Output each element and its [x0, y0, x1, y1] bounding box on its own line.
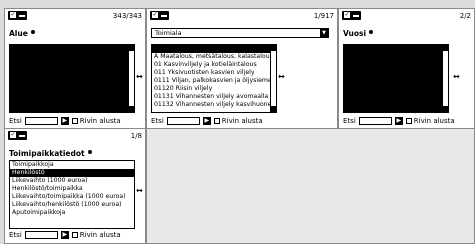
selection-count: 2/2 [459, 12, 471, 20]
panel-toimiala: ✓ 1/917 Toimiala ▼ A Maatalous, metsätal… [146, 8, 338, 129]
select-all-icon[interactable]: ✓ [10, 12, 16, 18]
row-start-checkbox[interactable] [71, 232, 78, 238]
chevron-down-icon[interactable]: ▼ [320, 29, 328, 37]
search-button[interactable]: ▶ [60, 117, 69, 125]
row-start-checkbox[interactable] [71, 118, 78, 124]
list-item[interactable]: Toimipaikkoja [10, 161, 134, 169]
list-item[interactable] [344, 53, 448, 61]
list-item[interactable] [10, 217, 134, 225]
value-list[interactable] [343, 44, 449, 113]
panel-vuosi: ✓ 2/2 Vuosi ↔ Etsi ▶ Rivin alusta [338, 8, 475, 129]
panel-alue: ✓ 343/343 Alue ↔ Etsi ▶ Rivin alusta [4, 8, 146, 129]
panel-toimipaikkatiedot: ✓ 1/8 Toimipaikkatiedot Toimipaikkoja He… [4, 128, 146, 244]
move-icon[interactable]: ↔ [278, 73, 285, 81]
list-item[interactable]: 01131 Vihannesten viljely avomaalla [152, 93, 276, 101]
info-icon[interactable] [87, 150, 92, 154]
list-item[interactable] [10, 61, 134, 69]
scrollbar[interactable] [128, 45, 134, 112]
scroll-down-icon[interactable] [271, 106, 276, 112]
scroll-up-icon[interactable] [443, 45, 448, 51]
list-item[interactable]: Liikevaihto/henkilöstö (1000 euroa) [10, 201, 134, 209]
row-start-label: Rivin alusta [221, 117, 263, 125]
row-start-label: Rivin alusta [413, 117, 455, 125]
value-list[interactable] [9, 44, 135, 113]
list-item[interactable] [152, 45, 276, 53]
list-item[interactable] [344, 45, 448, 53]
search-button[interactable]: ▶ [202, 117, 211, 125]
info-icon[interactable] [30, 30, 35, 34]
info-icon[interactable] [369, 30, 374, 34]
search-button[interactable]: ▶ [394, 117, 403, 125]
move-icon[interactable]: ↔ [136, 73, 143, 81]
empty-area [146, 128, 475, 244]
scroll-up-icon[interactable] [129, 45, 134, 51]
classification-select[interactable]: Toimiala ▼ [151, 28, 329, 38]
select-all-icon[interactable]: ✓ [10, 132, 16, 138]
select-all-icon[interactable]: ✓ [152, 12, 158, 18]
search-row: Etsi ▶ Rivin alusta [151, 116, 263, 126]
row-start-label: Rivin alusta [79, 117, 121, 125]
list-item[interactable]: A Maatalous, metsätalous, kalastalous [152, 53, 276, 61]
scrollbar[interactable] [270, 45, 276, 112]
row-start-checkbox[interactable] [213, 118, 220, 124]
list-item[interactable]: 01 Kasvinviljely ja kotieläintalous [152, 61, 276, 69]
panel-controls[interactable]: ✓ [8, 11, 27, 20]
selection-count: 1/917 [313, 12, 334, 20]
selection-count: 1/8 [130, 132, 142, 140]
list-item[interactable]: Henkilöstö/toimipaikka [10, 185, 134, 193]
deselect-icon[interactable] [19, 15, 25, 17]
scroll-down-icon[interactable] [129, 106, 134, 112]
deselect-icon[interactable] [161, 15, 167, 17]
scrollbar[interactable] [442, 45, 448, 112]
list-item[interactable] [10, 101, 134, 109]
search-input[interactable] [166, 117, 200, 125]
move-icon[interactable]: ↔ [136, 187, 143, 195]
select-value: Toimiala [155, 29, 182, 37]
list-item[interactable]: 011 Yksivuotisten kasvien viljely [152, 69, 276, 77]
list-item[interactable] [10, 77, 134, 85]
list-item[interactable]: 01120 Riisin viljely [152, 85, 276, 93]
search-label: Etsi [9, 117, 22, 125]
panel-controls[interactable]: ✓ [150, 11, 169, 20]
list-item[interactable] [10, 69, 134, 77]
search-label: Etsi [9, 231, 22, 239]
search-label: Etsi [151, 117, 164, 125]
list-item[interactable]: Liikevaihto (1000 euroa) [10, 177, 134, 185]
deselect-icon[interactable] [353, 15, 359, 17]
search-input[interactable] [24, 117, 58, 125]
scroll-down-icon[interactable] [443, 106, 448, 112]
deselect-icon[interactable] [19, 135, 25, 137]
list-item[interactable]: Aputoimipaikkoja [10, 209, 134, 217]
list-item[interactable]: Henkilöstö [10, 169, 134, 177]
search-input[interactable] [24, 231, 58, 239]
list-item[interactable]: 0111 Viljan, palkokasvien ja öljysiemenk… [152, 77, 276, 85]
value-list[interactable]: Toimipaikkoja Henkilöstö Liikevaihto (10… [9, 160, 135, 229]
panel-controls[interactable]: ✓ [8, 131, 27, 140]
list-item[interactable] [10, 45, 134, 53]
list-item[interactable]: 01132 Vihannesten viljely kasvihuoneessa [152, 101, 276, 109]
scroll-up-icon[interactable] [271, 45, 276, 51]
search-label: Etsi [343, 117, 356, 125]
search-row: Etsi ▶ Rivin alusta [343, 116, 455, 126]
search-row: Etsi ▶ Rivin alusta [9, 230, 121, 240]
value-list[interactable]: A Maatalous, metsätalous, kalastalous 01… [151, 44, 277, 113]
panel-title: Toimipaikkatiedot [9, 149, 85, 158]
panel-title: Vuosi [343, 29, 367, 38]
list-item[interactable] [10, 93, 134, 101]
select-all-icon[interactable]: ✓ [344, 12, 350, 18]
list-item[interactable]: Liikevaihto/toimipaikka (1000 euroa) [10, 193, 134, 201]
search-row: Etsi ▶ Rivin alusta [9, 116, 121, 126]
row-start-label: Rivin alusta [79, 231, 121, 239]
panel-title: Alue [9, 29, 28, 38]
row-start-checkbox[interactable] [405, 118, 412, 124]
move-icon[interactable]: ↔ [453, 73, 460, 81]
selection-count: 343/343 [112, 12, 142, 20]
panel-controls[interactable]: ✓ [342, 11, 361, 20]
list-item[interactable] [10, 53, 134, 61]
search-input[interactable] [358, 117, 392, 125]
list-item[interactable] [10, 85, 134, 93]
search-button[interactable]: ▶ [60, 231, 69, 239]
